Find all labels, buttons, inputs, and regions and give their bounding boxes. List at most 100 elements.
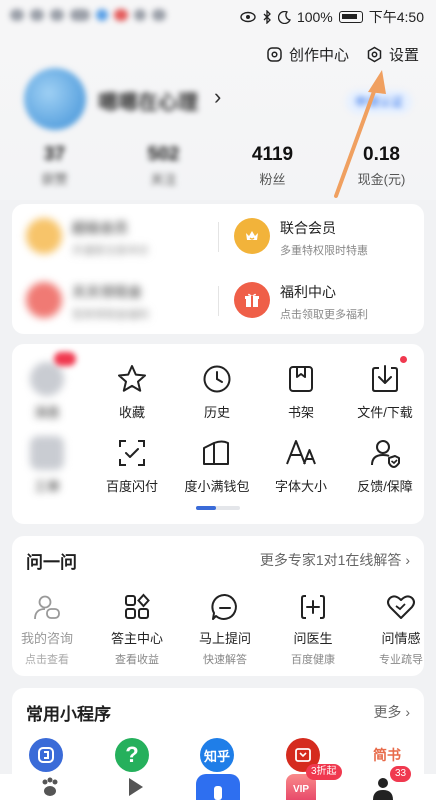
bluetooth-icon	[263, 10, 271, 24]
battery-percent: 100%	[296, 9, 333, 25]
avatar[interactable]	[24, 68, 86, 130]
member-item-union[interactable]: 联合会员多重特权限时特惠	[234, 218, 368, 258]
stat-label: 现金(元)	[357, 172, 406, 187]
ask-title: 问一问	[26, 553, 77, 572]
ask-item-subtitle: 点击查看	[25, 654, 69, 666]
tool-wallet[interactable]: 度小满钱包	[174, 436, 260, 495]
tool-font-size[interactable]: 字体大小	[258, 436, 344, 495]
tool-label: 历史	[203, 405, 230, 420]
ask-item-title: 答主中心	[110, 631, 163, 646]
chat-bubble-icon	[211, 593, 237, 620]
ask-item-consult[interactable]: 我的咨询 点击查看	[4, 592, 90, 667]
question-mark-icon: ?	[125, 742, 139, 767]
tool-history[interactable]: 历史	[174, 362, 260, 421]
stat-fans[interactable]: 4119 粉丝	[218, 144, 327, 194]
crown-icon	[26, 218, 62, 254]
member-subtitle: 开通享文库半价	[72, 245, 149, 257]
mini-apps-card: 常用小程序 更多 › ? 知乎 简书	[12, 688, 424, 788]
mini-app-baidu[interactable]	[29, 738, 63, 772]
battery-icon	[338, 11, 363, 23]
mini-apps-more-link[interactable]: 更多 ›	[373, 702, 410, 722]
tool-label: 书架	[287, 405, 314, 420]
chevron-right-icon: ›	[405, 552, 410, 568]
member-subtitle: 多重特权限时特惠	[280, 245, 368, 257]
consult-icon	[34, 595, 60, 620]
gift-icon	[234, 282, 270, 318]
nav-center[interactable]	[196, 774, 240, 800]
tool-download[interactable]: 文件/下载	[342, 362, 428, 421]
member-title: 福利中心	[280, 284, 336, 300]
username: 嗯嗯在心理	[98, 92, 198, 114]
message-icon	[30, 362, 64, 396]
scan-pay-icon	[119, 440, 145, 466]
stat-value: 502	[147, 144, 180, 165]
creator-center-link[interactable]: 创作中心	[266, 44, 349, 65]
ask-item-subtitle: 查看收益	[115, 654, 159, 666]
tool-label: 字体大小	[274, 479, 327, 494]
app-logo-icon	[295, 748, 311, 762]
tool-label: 文件/下载	[357, 405, 413, 420]
mini-app-question[interactable]: ?	[115, 738, 149, 772]
download-icon	[372, 365, 398, 392]
page-indicator	[196, 506, 240, 510]
tool-baidu-pay[interactable]: 百度闪付	[89, 436, 175, 495]
tool-message[interactable]: 消息	[4, 362, 90, 421]
member-title: 天天领现金	[72, 284, 142, 300]
ask-item-answerer[interactable]: 答主中心 查看收益	[94, 592, 180, 667]
member-item-super[interactable]: 超级会员 开通享文库半价	[26, 218, 149, 258]
union-member-icon	[234, 218, 270, 254]
mini-app-zhihu[interactable]: 知乎	[200, 738, 234, 772]
stats-row: 37 获赞 502 关注 4119 粉丝 0.18 现金(元)	[0, 144, 436, 194]
stat-cash[interactable]: 0.18 现金(元)	[327, 144, 436, 194]
grid-apps-icon	[125, 593, 150, 619]
tool-feedback[interactable]: 反馈/保障	[342, 436, 428, 495]
member-item-cash[interactable]: 天天领现金 签到领现金福利	[26, 282, 149, 322]
nav-video[interactable]	[124, 776, 146, 800]
moon-icon	[277, 10, 291, 24]
profile-header: 创作中心 设置 嗯嗯在心理 › 申请认证 37 获赞 502 关注 4119 粉丝 0…	[0, 32, 436, 200]
stat-following[interactable]: 502 关注	[109, 144, 218, 194]
tool-label: 度小满钱包	[184, 479, 250, 494]
status-right: 100% 下午4:50	[240, 7, 424, 27]
stat-likes[interactable]: 37 获赞	[0, 144, 109, 194]
ask-item-emotion[interactable]: 问情感 专业疏导	[358, 592, 436, 667]
tool-label: 工单	[33, 479, 60, 494]
font-size-icon	[286, 440, 316, 465]
tool-bookshelf[interactable]: 书架	[258, 362, 344, 421]
verify-button[interactable]: 申请认证	[346, 90, 412, 114]
tool-label: 消息	[33, 405, 60, 420]
creator-icon	[267, 47, 282, 62]
ask-card: 问一问 更多专家1对1在线解答 › 我的咨询 点击查看 答主中心 查看收益 马上…	[12, 536, 424, 676]
ask-item-title: 马上提问	[198, 631, 251, 646]
clock-icon	[203, 365, 231, 393]
nav-home[interactable]	[38, 776, 62, 800]
tool-label: 反馈/保障	[357, 479, 413, 494]
stat-value: 0.18	[363, 144, 400, 165]
stat-value: 37	[43, 144, 66, 165]
center-button-icon	[196, 774, 240, 800]
ask-item-doctor[interactable]: 问医生 百度健康	[270, 592, 356, 667]
ask-item-subtitle: 百度健康	[291, 654, 335, 666]
member-item-welfare[interactable]: 福利中心点击领取更多福利	[234, 282, 368, 322]
tool-ticket[interactable]: 工单	[4, 436, 90, 495]
feedback-icon	[371, 440, 400, 468]
zhihu-label: 知乎	[203, 748, 230, 764]
nav-profile[interactable]	[372, 776, 394, 800]
member-title: 联合会员	[280, 220, 336, 236]
ask-item-ask-now[interactable]: 马上提问 快速解答	[182, 592, 268, 667]
tool-favorites[interactable]: 收藏	[89, 362, 175, 421]
tools-card: 消息 收藏 历史 书架 文件/下载 工单 百度闪付 度小满钱包 字体大小 反馈/…	[12, 344, 424, 524]
ask-item-title: 我的咨询	[20, 631, 73, 646]
app-logo-icon	[38, 747, 54, 763]
vip-discount-badge: 3折起	[306, 764, 342, 780]
medical-cross-icon	[301, 595, 325, 619]
settings-link[interactable]: 设置	[366, 44, 419, 65]
settings-icon	[367, 46, 382, 63]
profile-row[interactable]: 嗯嗯在心理 › 申请认证	[24, 68, 412, 138]
eye-icon	[240, 11, 256, 23]
member-card: 超级会员 开通享文库半价 联合会员多重特权限时特惠 天天领现金 签到领现金福利 福利…	[12, 204, 424, 334]
profile-badge: 33	[390, 766, 412, 782]
ask-more-link[interactable]: 更多专家1对1在线解答 ›	[260, 550, 410, 570]
member-subtitle: 点击领取更多福利	[280, 309, 368, 321]
star-icon	[118, 365, 146, 392]
